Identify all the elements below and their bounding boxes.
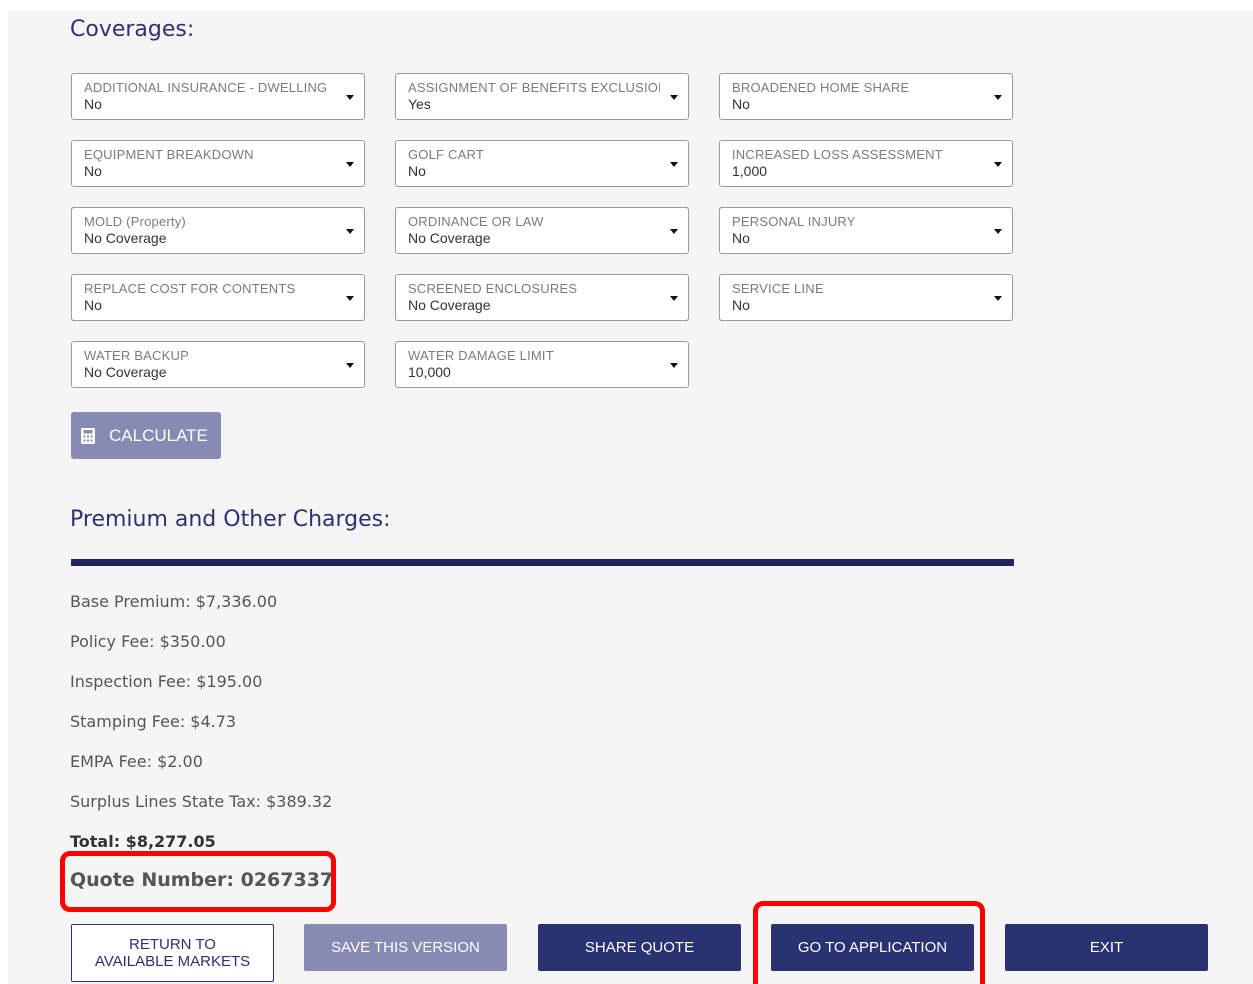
select-label: ORDINANCE OR LAW [408, 214, 544, 229]
go-to-application-button[interactable]: GO TO APPLICATION [771, 924, 974, 971]
select-value: Yes [408, 96, 431, 112]
return-label-line1: RETURN TO [129, 936, 216, 953]
select-label: WATER BACKUP [84, 348, 189, 363]
save-this-version-label: SAVE THIS VERSION [331, 939, 480, 956]
caret-down-icon [670, 229, 678, 234]
go-to-application-label: GO TO APPLICATION [797, 939, 948, 956]
select-label: GOLF CART [408, 147, 484, 162]
select-value: No Coverage [408, 230, 491, 246]
coverages-grid: ADDITIONAL INSURANCE - DWELLING No ASSIG… [71, 73, 1013, 388]
quote-page: Coverages: ADDITIONAL INSURANCE - DWELLI… [8, 10, 1253, 984]
section-divider [71, 559, 1014, 566]
select-value: No [732, 230, 750, 246]
caret-down-icon [670, 296, 678, 301]
empa-fee: EMPA Fee: $2.00 [70, 752, 203, 771]
base-premium: Base Premium: $7,336.00 [70, 592, 278, 611]
select-value: No Coverage [408, 297, 491, 313]
select-ordinance-or-law[interactable]: ORDINANCE OR LAW No Coverage [395, 207, 689, 254]
select-water-damage-limit[interactable]: WATER DAMAGE LIMIT 10,000 [395, 341, 689, 388]
caret-down-icon [994, 229, 1002, 234]
select-value: No [84, 163, 102, 179]
calculate-label: CALCULATE [109, 425, 208, 445]
caret-down-icon [346, 296, 354, 301]
caret-down-icon [346, 229, 354, 234]
select-label: ADDITIONAL INSURANCE - DWELLING [84, 80, 328, 95]
select-value: 10,000 [408, 364, 451, 380]
select-label: SCREENED ENCLOSURES [408, 281, 578, 296]
select-value: No [84, 96, 102, 112]
select-screened-enclosures[interactable]: SCREENED ENCLOSURES No Coverage [395, 274, 689, 321]
caret-down-icon [670, 363, 678, 368]
select-value: No [732, 297, 750, 313]
caret-down-icon [994, 95, 1002, 100]
select-value: No [732, 96, 750, 112]
caret-down-icon [670, 95, 678, 100]
caret-down-icon [994, 296, 1002, 301]
caret-down-icon [346, 162, 354, 167]
select-value: No [408, 163, 426, 179]
select-label: EQUIPMENT BREAKDOWN [84, 147, 254, 162]
premium-title: Premium and Other Charges: [70, 507, 391, 532]
coverages-title: Coverages: [70, 17, 195, 42]
select-label: REPLACE COST FOR CONTENTS [84, 281, 296, 296]
select-assignment-of-benefits-exclusion[interactable]: ASSIGNMENT OF BENEFITS EXCLUSION Yes [395, 73, 689, 120]
select-label: ASSIGNMENT OF BENEFITS EXCLUSION [408, 80, 660, 95]
select-personal-injury[interactable]: PERSONAL INJURY No [719, 207, 1013, 254]
share-quote-button[interactable]: SHARE QUOTE [538, 924, 741, 971]
calculate-button[interactable]: CALCULATE [71, 412, 221, 459]
select-label: PERSONAL INJURY [732, 214, 856, 229]
select-label: SERVICE LINE [732, 281, 824, 296]
caret-down-icon [670, 162, 678, 167]
select-increased-loss-assessment[interactable]: INCREASED LOSS ASSESSMENT 1,000 [719, 140, 1013, 187]
select-equipment-breakdown[interactable]: EQUIPMENT BREAKDOWN No [71, 140, 365, 187]
share-quote-label: SHARE QUOTE [584, 939, 695, 956]
quote-number: Quote Number: 0267337 [70, 869, 334, 891]
return-to-available-markets-button[interactable]: RETURN TO AVAILABLE MARKETS [71, 924, 274, 982]
select-label: MOLD (Property) [84, 214, 186, 229]
return-label-line2: AVAILABLE MARKETS [94, 953, 251, 970]
exit-label: EXIT [1089, 939, 1124, 956]
select-label: WATER DAMAGE LIMIT [408, 348, 554, 363]
policy-fee: Policy Fee: $350.00 [70, 632, 226, 651]
surplus-lines-state-tax: Surplus Lines State Tax: $389.32 [70, 792, 333, 811]
select-additional-insurance-dwelling[interactable]: ADDITIONAL INSURANCE - DWELLING No [71, 73, 365, 120]
caret-down-icon [346, 95, 354, 100]
total: Total: $8,277.05 [70, 832, 216, 851]
select-value: No [84, 297, 102, 313]
select-value: No Coverage [84, 230, 167, 246]
calculator-icon [81, 427, 95, 444]
inspection-fee: Inspection Fee: $195.00 [70, 672, 263, 691]
select-label: BROADENED HOME SHARE [732, 80, 910, 95]
select-label: INCREASED LOSS ASSESSMENT [732, 147, 943, 162]
stamping-fee: Stamping Fee: $4.73 [70, 712, 237, 731]
select-mold-property[interactable]: MOLD (Property) No Coverage [71, 207, 365, 254]
select-water-backup[interactable]: WATER BACKUP No Coverage [71, 341, 365, 388]
select-broadened-home-share[interactable]: BROADENED HOME SHARE No [719, 73, 1013, 120]
select-golf-cart[interactable]: GOLF CART No [395, 140, 689, 187]
caret-down-icon [346, 363, 354, 368]
select-replace-cost-for-contents[interactable]: REPLACE COST FOR CONTENTS No [71, 274, 365, 321]
save-this-version-button[interactable]: SAVE THIS VERSION [304, 924, 507, 971]
select-service-line[interactable]: SERVICE LINE No [719, 274, 1013, 321]
select-value: 1,000 [732, 163, 768, 179]
caret-down-icon [994, 162, 1002, 167]
exit-button[interactable]: EXIT [1005, 924, 1208, 971]
select-value: No Coverage [84, 364, 167, 380]
